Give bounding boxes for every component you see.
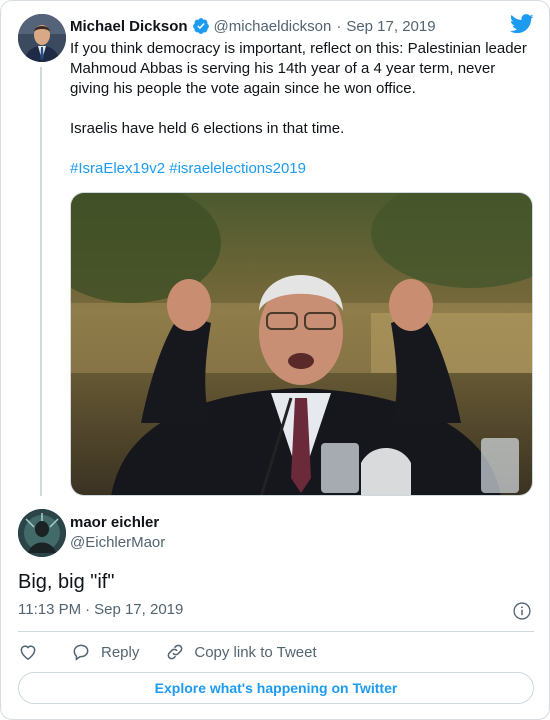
parent-tweet-body: If you think democracy is important, ref… [70, 39, 530, 179]
like-button[interactable] [18, 642, 40, 662]
copy-link-label: Copy link to Tweet [194, 643, 317, 661]
twitter-bird-icon[interactable] [510, 14, 534, 34]
tweet-photo-image [71, 193, 532, 495]
reply-author-name[interactable]: maor eichler [70, 514, 159, 531]
reply-tweet-text: Big, big "if" [18, 571, 115, 593]
link-icon [167, 644, 183, 660]
explore-twitter-button[interactable]: Explore what's happening on Twitter [18, 672, 534, 704]
reply-label: Reply [101, 643, 140, 661]
info-icon[interactable] [512, 601, 532, 621]
tweet-photo[interactable] [70, 192, 533, 496]
hashtag-link[interactable]: #IsraElex19v2 [70, 160, 165, 177]
thread-connector-line [40, 67, 42, 496]
divider [18, 631, 534, 632]
reply-date: Sep 17, 2019 [94, 601, 184, 618]
heart-icon [20, 645, 36, 660]
embedded-tweet-card: Michael Dickson @michaeldickson · Sep 17… [0, 0, 550, 720]
avatar-michael-dickson[interactable] [18, 14, 66, 62]
reply-time: 11:13 PM [18, 601, 82, 618]
parent-tweet-header: Michael Dickson @michaeldickson · Sep 17… [70, 16, 436, 36]
avatar-maor-eichler[interactable] [18, 509, 66, 557]
reply-timestamp[interactable]: 11:13 PM · Sep 17, 2019 [18, 601, 183, 618]
copy-link-button[interactable]: Copy link to Tweet [165, 642, 317, 662]
separator-dot: · [85, 601, 91, 618]
reply-author-handle[interactable]: @EichlerMaor [70, 534, 165, 551]
hashtag-list: #IsraElex19v2 #israelelections2019 [70, 159, 530, 179]
author-handle[interactable]: @michaeldickson [214, 18, 332, 35]
reply-bubble-icon [73, 644, 89, 661]
tweet-date-link[interactable]: Sep 17, 2019 [346, 18, 435, 35]
tweet-actions-bar: Reply Copy link to Tweet [18, 641, 317, 663]
reply-button[interactable]: Reply [71, 642, 139, 662]
separator-dot: · [336, 17, 342, 35]
verified-badge-icon [192, 18, 209, 34]
tweet-text-paragraph: If you think democracy is important, ref… [70, 40, 527, 97]
tweet-text-paragraph: Israelis have held 6 elections in that t… [70, 120, 345, 137]
avatar-portrait-image [18, 14, 66, 62]
avatar-portrait-image [18, 509, 66, 557]
author-name[interactable]: Michael Dickson [70, 18, 188, 35]
hashtag-link[interactable]: #israelelections2019 [169, 160, 306, 177]
